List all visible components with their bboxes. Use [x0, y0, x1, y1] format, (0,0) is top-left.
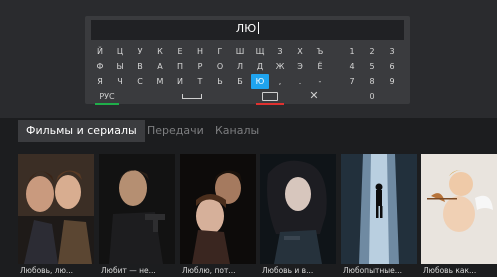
key[interactable]: 3 — [383, 44, 401, 59]
key[interactable]: , — [271, 74, 289, 89]
key[interactable]: Ь — [211, 74, 229, 89]
text-cursor — [258, 22, 260, 34]
result-title: Любопытные... — [343, 266, 402, 275]
key[interactable]: М — [151, 74, 169, 89]
key[interactable]: З — [271, 44, 289, 59]
key[interactable]: Я — [91, 74, 109, 89]
tab-channels-label: Каналы — [215, 124, 260, 137]
key[interactable]: П — [171, 59, 189, 74]
key[interactable]: Ц — [111, 44, 129, 59]
key-0[interactable]: 0 — [363, 90, 381, 104]
key[interactable]: С — [131, 74, 149, 89]
tab-shows-label: Передачи — [147, 124, 204, 137]
result-tile[interactable] — [18, 154, 94, 264]
key[interactable]: Н — [191, 44, 209, 59]
result-title: Любовь как... — [423, 266, 477, 275]
key[interactable]: Б — [231, 74, 249, 89]
tab-channels[interactable]: Каналы — [207, 120, 267, 142]
key[interactable]: Л — [231, 59, 249, 74]
key[interactable]: О — [211, 59, 229, 74]
key[interactable]: Д — [251, 59, 269, 74]
backspace-key[interactable] — [250, 90, 290, 105]
result-title: Любовь и в... — [262, 266, 314, 275]
poster-image — [260, 154, 336, 264]
poster-image — [421, 154, 497, 264]
tab-movies-series-label: Фильмы и сериалы — [26, 124, 137, 137]
key[interactable]: Ё — [311, 59, 329, 74]
green-indicator — [95, 103, 119, 105]
key[interactable]: Ч — [111, 74, 129, 89]
key[interactable]: Е — [171, 44, 189, 59]
key[interactable]: Ж — [271, 59, 289, 74]
result-tile[interactable] — [99, 154, 175, 264]
result-tile[interactable] — [341, 154, 417, 264]
key[interactable]: Ю — [251, 74, 269, 89]
key[interactable]: . — [291, 74, 309, 89]
backspace-icon — [262, 92, 278, 101]
result-title: Люблю, пот... — [182, 266, 236, 275]
key[interactable]: 9 — [383, 74, 401, 89]
result-title: Любит — не... — [101, 266, 156, 275]
result-tile[interactable] — [180, 154, 256, 264]
language-key-label: РУС — [99, 92, 115, 101]
result-title: Любовь, лю... — [20, 266, 74, 275]
key[interactable]: Ъ — [311, 44, 329, 59]
key-0-label: 0 — [369, 92, 375, 101]
language-key[interactable]: РУС — [91, 90, 123, 105]
key[interactable]: Т — [191, 74, 209, 89]
result-tile[interactable] — [260, 154, 336, 264]
key[interactable]: В — [131, 59, 149, 74]
key[interactable]: Э — [291, 59, 309, 74]
poster-image — [99, 154, 175, 264]
key[interactable]: И — [171, 74, 189, 89]
poster-image — [18, 154, 94, 264]
key[interactable]: Р — [191, 59, 209, 74]
tab-shows[interactable]: Передачи — [139, 120, 212, 142]
key[interactable]: Ы — [111, 59, 129, 74]
search-input[interactable]: ЛЮ — [91, 20, 404, 40]
key[interactable]: 1 — [343, 44, 361, 59]
close-key[interactable]: ✕ — [303, 89, 325, 103]
key[interactable]: Щ — [251, 44, 269, 59]
key[interactable]: А — [151, 59, 169, 74]
poster-image — [341, 154, 417, 264]
onscreen-keyboard: ЛЮ ЙЦУКЕНГШЩЗХЪ123 ФЫВАПРОЛДЖЭЁ456 ЯЧСМИТЬ… — [85, 16, 410, 105]
poster-image — [180, 154, 256, 264]
search-query: ЛЮ — [235, 22, 257, 35]
key[interactable]: 6 — [383, 59, 401, 74]
key[interactable]: К — [151, 44, 169, 59]
key[interactable]: Х — [291, 44, 309, 59]
close-icon: ✕ — [309, 89, 319, 102]
red-indicator — [256, 103, 284, 105]
key[interactable]: Ш — [231, 44, 249, 59]
key[interactable]: 5 — [363, 59, 381, 74]
result-tile[interactable] — [421, 154, 497, 264]
key[interactable]: 2 — [363, 44, 381, 59]
space-key[interactable] — [175, 90, 209, 104]
key[interactable]: 7 — [343, 74, 361, 89]
key[interactable]: У — [131, 44, 149, 59]
space-icon — [182, 94, 202, 99]
tab-movies-series[interactable]: Фильмы и сериалы — [18, 120, 145, 142]
key[interactable]: 8 — [363, 74, 381, 89]
key[interactable]: Г — [211, 44, 229, 59]
key[interactable]: - — [311, 74, 329, 89]
key[interactable]: Ф — [91, 59, 109, 74]
key[interactable]: 4 — [343, 59, 361, 74]
key[interactable]: Й — [91, 44, 109, 59]
